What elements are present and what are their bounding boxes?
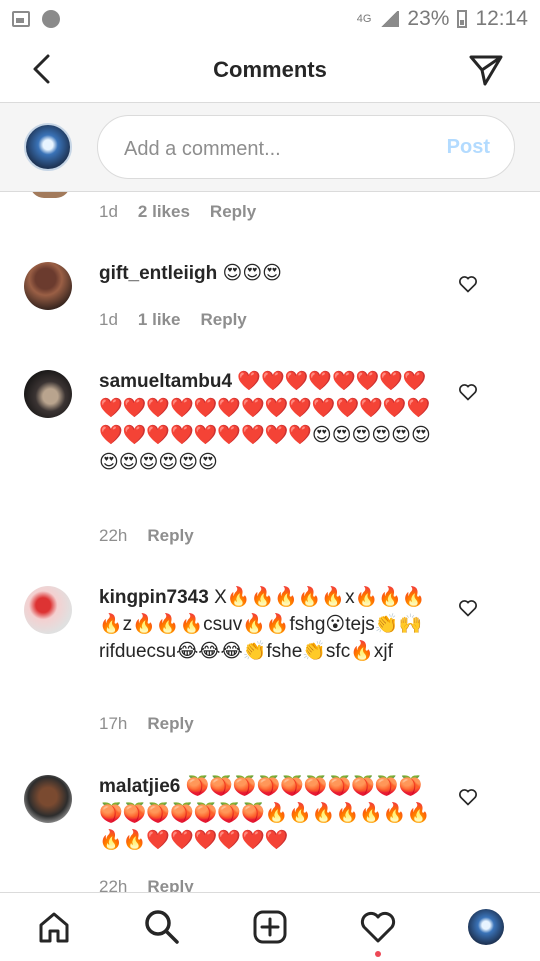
header: Comments (0, 38, 540, 103)
comment-composer: Post (0, 103, 540, 192)
home-icon (39, 912, 69, 943)
nav-profile[interactable] (464, 905, 508, 949)
comment-time: 1d (99, 202, 118, 221)
comment-body: gift_entleiigh 😍😍😍 (99, 260, 433, 287)
like-heart-icon[interactable] (458, 382, 478, 402)
comment-meta: 22h Reply (99, 526, 194, 546)
network-type: 4G (356, 13, 372, 25)
comment-input[interactable] (122, 134, 426, 164)
current-user-avatar (24, 123, 72, 171)
nav-search[interactable] (140, 905, 184, 949)
profile-avatar (468, 909, 504, 945)
notification-dot (375, 951, 381, 957)
nav-new-post[interactable] (248, 905, 292, 949)
comment-time: 22h (99, 526, 128, 545)
comment-meta: 1d 1 like Reply (99, 310, 247, 330)
comment-username[interactable]: gift_entleiigh (99, 263, 217, 284)
gallery-notification-icon (12, 11, 30, 27)
nav-activity[interactable] (356, 905, 400, 957)
nav-home[interactable] (32, 905, 76, 949)
comment-meta: 17h Reply (99, 714, 194, 734)
app-notification-icon (42, 10, 60, 28)
back-arrow-icon[interactable] (28, 52, 58, 86)
search-icon (145, 910, 179, 944)
comment-meta: 22h Reply (99, 877, 194, 892)
battery-percent: 23% (407, 7, 450, 30)
comment-meta: 1d 2 likes Reply (99, 202, 256, 222)
avatar[interactable] (24, 586, 72, 634)
comment-input-container[interactable]: Post (97, 115, 515, 179)
add-post-icon (253, 910, 287, 944)
reply-button[interactable]: Reply (210, 202, 256, 222)
send-direct-icon[interactable] (468, 52, 504, 88)
bottom-navigation (0, 892, 540, 961)
heart-icon (360, 911, 396, 943)
comment-username[interactable]: kingpin7343 (99, 587, 209, 608)
avatar[interactable] (24, 370, 72, 418)
comment-time: 17h (99, 714, 128, 733)
comment-body: kingpin7343 X🔥🔥🔥🔥🔥x🔥🔥🔥🔥z🔥🔥🔥csuv🔥🔥fshg😮te… (99, 584, 433, 665)
reply-button[interactable]: Reply (147, 526, 193, 546)
comment-body: malatjie6 🍑🍑🍑🍑🍑🍑🍑🍑🍑🍑🍑🍑🍑🍑🍑🍑🍑🔥🔥🔥🔥🔥🔥🔥🔥🔥❤️❤️… (99, 773, 433, 854)
like-heart-icon[interactable] (458, 598, 478, 618)
like-heart-icon[interactable] (458, 787, 478, 807)
comments-list[interactable]: 1d 2 likes Reply gift_entleiigh 😍😍😍 1d 1… (0, 192, 540, 892)
avatar (30, 192, 70, 198)
avatar[interactable] (24, 262, 72, 310)
comment-likes[interactable]: 2 likes (138, 202, 190, 222)
post-button[interactable]: Post (447, 136, 490, 159)
comment-time: 22h (99, 877, 128, 892)
signal-icon (379, 11, 400, 27)
comment-username[interactable]: malatjie6 (99, 776, 180, 797)
avatar[interactable] (24, 775, 72, 823)
comment-text: 😍😍😍 (222, 263, 282, 284)
comment-likes[interactable]: 1 like (138, 310, 181, 330)
comment-username[interactable]: samueltambu4 (99, 371, 232, 392)
page-title: Comments (213, 57, 327, 82)
like-heart-icon[interactable] (458, 274, 478, 294)
reply-button[interactable]: Reply (200, 310, 246, 330)
comment-body: samueltambu4 ❤️❤️❤️❤️❤️❤️❤️❤️❤️❤️❤️❤️❤️❤… (99, 368, 433, 476)
status-bar: 4G 23% 12:14 (0, 0, 540, 38)
battery-icon (457, 10, 468, 28)
reply-button[interactable]: Reply (147, 714, 193, 734)
clock: 12:14 (475, 7, 528, 30)
comment-time: 1d (99, 310, 118, 329)
reply-button[interactable]: Reply (147, 877, 193, 892)
